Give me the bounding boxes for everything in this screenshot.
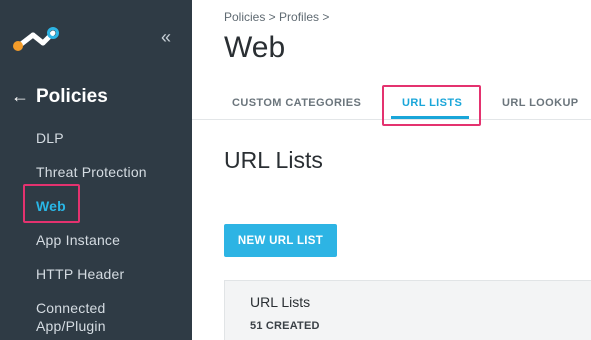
new-url-list-button[interactable]: NEW URL LIST	[224, 224, 337, 257]
sidebar-item-dlp[interactable]: DLP	[36, 129, 64, 147]
tab-custom-categories[interactable]: CUSTOM CATEGORIES	[232, 97, 361, 109]
card-count: 51 CREATED	[250, 320, 320, 332]
netskope-logo-icon[interactable]	[12, 24, 62, 54]
sidebar-item-connected-line1[interactable]: Connected	[36, 299, 106, 317]
highlight-box-web	[23, 184, 80, 223]
url-lists-card[interactable]: URL Lists 51 CREATED	[224, 280, 591, 340]
highlight-box-url-lists	[382, 85, 481, 126]
back-arrow-icon[interactable]: ←	[11, 86, 29, 106]
sidebar-item-threat-protection[interactable]: Threat Protection	[36, 163, 147, 181]
page-title: Web	[224, 31, 286, 64]
breadcrumb[interactable]: Policies > Profiles >	[224, 10, 329, 24]
sidebar-item-app-instance[interactable]: App Instance	[36, 231, 120, 249]
tab-url-lookup[interactable]: URL LOOKUP	[502, 97, 579, 109]
card-title: URL Lists	[250, 294, 311, 310]
collapse-sidebar-icon[interactable]: «	[161, 27, 171, 47]
sidebar-item-connected-line2[interactable]: App/Plugin	[36, 317, 106, 335]
sidebar-item-http-header[interactable]: HTTP Header	[36, 265, 124, 283]
section-title: URL Lists	[224, 147, 323, 173]
sidebar-title: Policies	[36, 86, 108, 107]
sidebar: « ← Policies DLP Threat Protection Web A…	[0, 0, 192, 340]
